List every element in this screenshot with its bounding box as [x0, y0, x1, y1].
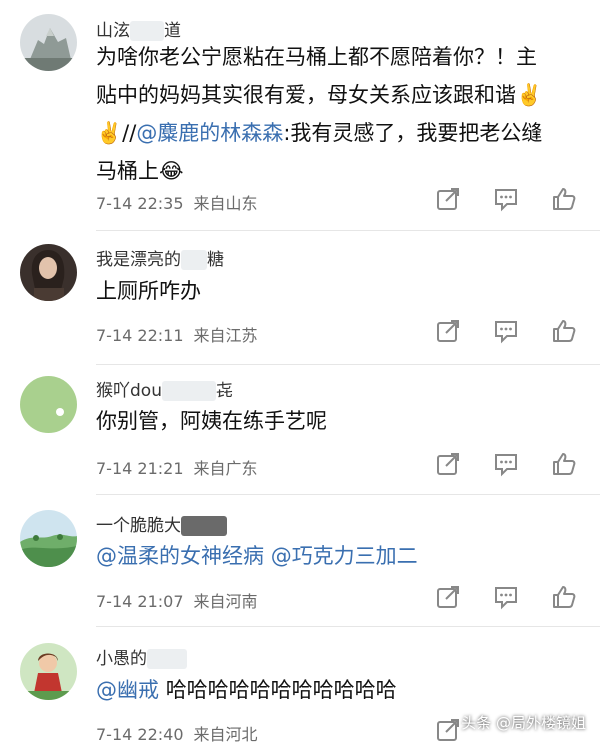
- timestamp: 7-14 21:07: [96, 592, 184, 611]
- mention-link[interactable]: @巧克力三加二: [271, 544, 418, 568]
- timestamp: 7-14 22:40: [96, 725, 184, 744]
- divider: [96, 364, 600, 365]
- avatar-green-image: [20, 376, 77, 433]
- mention-link[interactable]: @麋鹿的林森森: [136, 121, 283, 145]
- comment-icon[interactable]: [493, 186, 519, 212]
- username[interactable]: 猴吖dou 㐂: [96, 376, 233, 401]
- comment-meta: 7-14 22:40 来自河北: [96, 721, 258, 745]
- blurred-name-part: [161, 381, 216, 401]
- location: 来自江苏: [193, 326, 258, 345]
- avatar-person-image: [20, 244, 77, 301]
- avatar-mountain-image: [20, 14, 77, 71]
- location: 来自山东: [193, 194, 258, 213]
- avatar-landscape-image: [20, 510, 77, 567]
- divider: [96, 626, 600, 627]
- like-icon[interactable]: [551, 584, 577, 610]
- comment-meta: 7-14 22:11 来自江苏: [96, 322, 258, 346]
- timestamp: 7-14 21:21: [96, 459, 184, 478]
- mention-link[interactable]: @幽戒: [96, 678, 159, 702]
- avatar[interactable]: [20, 643, 77, 700]
- avatar[interactable]: [20, 14, 77, 71]
- location: 来自广东: [193, 459, 258, 478]
- avatar-anime-girl-image: [20, 643, 77, 700]
- blurred-name-part: [181, 516, 227, 536]
- comment-icon[interactable]: [493, 451, 519, 477]
- comment-text: @幽戒 哈哈哈哈哈哈哈哈哈哈哈: [96, 678, 397, 702]
- location: 来自河北: [193, 725, 258, 744]
- avatar[interactable]: [20, 376, 77, 433]
- share-icon[interactable]: [435, 318, 461, 344]
- username[interactable]: 我是漂亮的糖: [96, 245, 224, 270]
- comment-icon[interactable]: [493, 318, 519, 344]
- timestamp: 7-14 22:35: [96, 194, 184, 213]
- watermark: 头条 @局外楼镜姐: [461, 714, 586, 732]
- like-icon[interactable]: [551, 318, 577, 344]
- share-icon[interactable]: [435, 584, 461, 610]
- comment-text: 为啥你老公宁愿粘在马桶上都不愿陪着你？！主 贴中的妈妈其实很有爱，母女关系应该跟…: [96, 45, 543, 183]
- divider: [96, 230, 600, 231]
- like-icon[interactable]: [551, 451, 577, 477]
- comment-icon[interactable]: [493, 584, 519, 610]
- comment-text: 你别管，阿姨在练手艺呢: [96, 409, 327, 433]
- avatar[interactable]: [20, 510, 77, 567]
- username[interactable]: 一个脆脆大: [96, 511, 227, 536]
- timestamp: 7-14 22:11: [96, 326, 184, 345]
- comment-meta: 7-14 22:35 来自山东: [96, 190, 258, 214]
- username[interactable]: 小愚的: [96, 644, 187, 669]
- comment-text: 上厕所咋办: [96, 279, 201, 303]
- like-icon[interactable]: [551, 186, 577, 212]
- comment-meta: 7-14 21:07 来自河南: [96, 588, 258, 612]
- share-icon[interactable]: [435, 717, 461, 743]
- blurred-name-part: [181, 250, 207, 270]
- comment-meta: 7-14 21:21 来自广东: [96, 455, 258, 479]
- avatar[interactable]: [20, 244, 77, 301]
- blurred-name-part: [147, 649, 187, 669]
- share-icon[interactable]: [435, 186, 461, 212]
- share-icon[interactable]: [435, 451, 461, 477]
- location: 来自河南: [193, 592, 258, 611]
- divider: [96, 494, 600, 495]
- mention-link[interactable]: @温柔的女神经病: [96, 544, 264, 568]
- comment-text: @温柔的女神经病 @巧克力三加二: [96, 537, 586, 575]
